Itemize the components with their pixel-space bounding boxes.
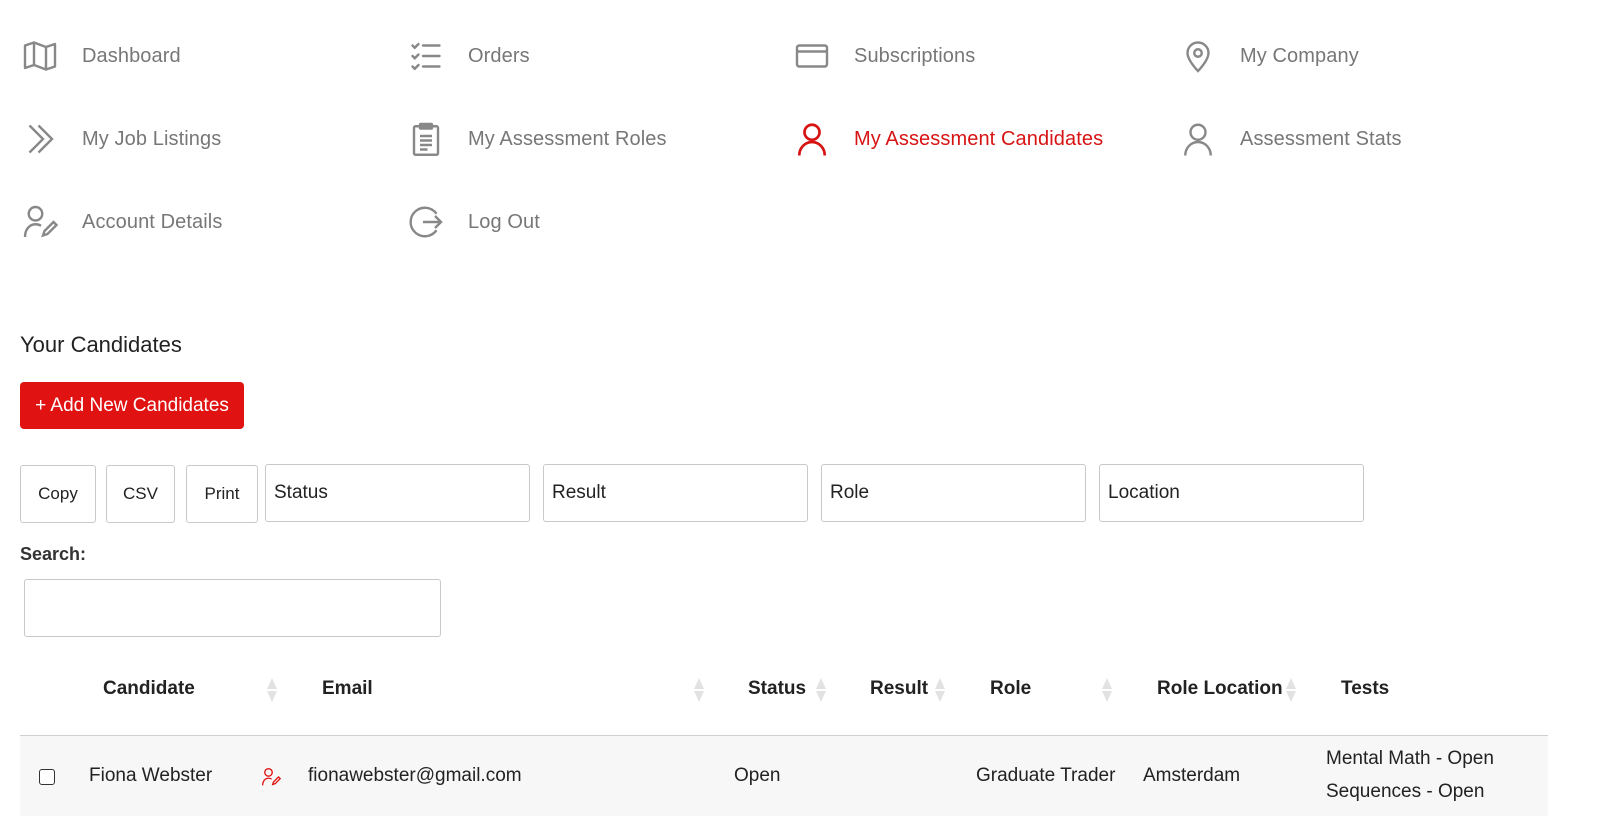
sort-icon[interactable] <box>265 677 279 703</box>
nav-label: Account Details <box>82 210 223 233</box>
nav-label: My Assessment Candidates <box>854 127 1104 150</box>
checklist-icon <box>406 36 446 76</box>
sort-icon[interactable] <box>933 677 947 703</box>
page-title: Your Candidates <box>20 332 182 357</box>
nav-item-account-details[interactable]: Account Details <box>20 194 222 250</box>
table-row <box>20 736 1548 816</box>
status-filter[interactable]: Status <box>265 464 530 522</box>
role-filter[interactable]: Role <box>821 464 1086 522</box>
nav-label: Orders <box>468 44 530 67</box>
user-edit-icon <box>20 202 60 242</box>
sort-icon[interactable] <box>692 677 706 703</box>
nav-item-my-job-listings[interactable]: My Job Listings <box>20 111 221 167</box>
nav-item-my-company[interactable]: My Company <box>1178 28 1359 84</box>
column-header-role-location[interactable]: Role Location <box>1157 678 1283 700</box>
add-new-candidates-button[interactable]: + Add New Candidates <box>20 382 244 429</box>
clipboard-icon <box>406 119 446 159</box>
logout-icon <box>406 202 446 242</box>
nav-item-my-assessment-candidates[interactable]: My Assessment Candidates <box>792 111 1103 167</box>
sort-icon[interactable] <box>1100 677 1114 703</box>
credit-card-icon <box>792 36 832 76</box>
chevrons-right-icon <box>20 119 60 159</box>
column-header-tests: Tests <box>1341 678 1390 699</box>
nav-label: My Assessment Roles <box>468 127 667 150</box>
user-icon <box>792 119 832 159</box>
row-select-checkbox[interactable] <box>39 769 55 785</box>
nav-item-subscriptions[interactable]: Subscriptions <box>792 28 975 84</box>
search-label: Search: <box>20 544 87 564</box>
candidate-status: Open <box>734 765 781 786</box>
result-filter[interactable]: Result <box>543 464 808 522</box>
candidate-email: fionawebster@gmail.com <box>308 765 522 786</box>
nav-item-assessment-stats[interactable]: Assessment Stats <box>1178 111 1402 167</box>
column-header-email[interactable]: Email <box>322 678 373 700</box>
nav-item-my-assessment-roles[interactable]: My Assessment Roles <box>406 111 667 167</box>
candidate-test: Sequences - Open <box>1326 781 1485 802</box>
column-header-status[interactable]: Status <box>748 678 806 700</box>
nav-label: My Job Listings <box>82 127 222 150</box>
nav-label: Assessment Stats <box>1240 127 1402 150</box>
location-filter[interactable]: Location <box>1099 464 1364 522</box>
column-header-result[interactable]: Result <box>870 678 928 700</box>
nav-item-log-out[interactable]: Log Out <box>406 194 540 250</box>
csv-button[interactable]: CSV <box>106 465 175 523</box>
sort-icon[interactable] <box>814 677 828 703</box>
column-header-role[interactable]: Role <box>990 678 1031 700</box>
candidate-test: Mental Math - Open <box>1326 748 1494 769</box>
column-header-candidate[interactable]: Candidate <box>103 678 195 700</box>
print-button[interactable]: Print <box>186 465 258 523</box>
search-input[interactable] <box>24 579 441 637</box>
edit-candidate-icon[interactable] <box>261 767 281 787</box>
sort-icon[interactable] <box>1284 677 1298 703</box>
nav-label: Subscriptions <box>854 44 976 67</box>
nav-label: Dashboard <box>82 44 181 67</box>
nav-label: Log Out <box>468 210 540 233</box>
nav-item-orders[interactable]: Orders <box>406 28 530 84</box>
copy-button[interactable]: Copy <box>20 465 96 523</box>
nav-label: My Company <box>1240 44 1359 67</box>
candidate-role: Graduate Trader <box>976 765 1116 786</box>
nav-item-dashboard[interactable]: Dashboard <box>20 28 181 84</box>
map-pin-icon <box>1178 36 1218 76</box>
candidate-name: Fiona Webster <box>89 765 213 786</box>
map-icon <box>20 36 60 76</box>
user-icon <box>1178 119 1218 159</box>
candidate-role-location: Amsterdam <box>1143 765 1241 786</box>
